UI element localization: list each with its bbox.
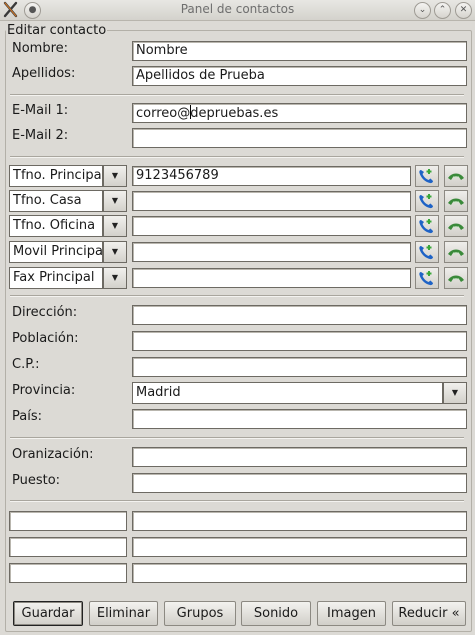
chevron-down-icon: ▼ [111, 273, 119, 282]
nombre-label: Nombre: [12, 41, 69, 56]
phone-hangup-icon [448, 249, 464, 256]
phone-type-dropdown-button[interactable]: ▼ [103, 267, 127, 289]
phone-call-icon [419, 194, 433, 209]
poblacion-input[interactable] [132, 331, 467, 351]
email1-value-part2: depruebas.es [190, 106, 279, 121]
phone-call-icon [419, 169, 433, 184]
phone-number-input[interactable] [132, 191, 411, 211]
chevron-down-icon: ▼ [111, 196, 119, 205]
separator [10, 94, 464, 96]
phone-number-input[interactable] [132, 242, 411, 262]
provincia-dropdown-button[interactable]: ▼ [443, 382, 467, 404]
window-title: Panel de contactos [180, 2, 295, 16]
sonido-button[interactable]: Sonido [241, 601, 311, 626]
custom-field-value-1[interactable] [132, 511, 467, 531]
phone-type-select[interactable]: Fax Principal [9, 267, 103, 289]
phone-hangup-icon [448, 198, 464, 205]
phone-number-input[interactable] [132, 216, 411, 236]
phone-type-dropdown-button[interactable]: ▼ [103, 215, 127, 237]
pais-label: País: [12, 409, 42, 424]
phone-type-dropdown-button[interactable]: ▼ [103, 241, 127, 263]
separator [10, 500, 464, 502]
email1-input[interactable]: correo@depruebas.es [132, 103, 467, 123]
separator [10, 437, 464, 439]
chevron-down-icon: ▼ [111, 247, 119, 256]
phone-type-dropdown-button[interactable]: ▼ [103, 190, 127, 212]
direccion-label: Dirección: [12, 305, 78, 320]
phone-call-icon [419, 219, 433, 234]
apellidos-label: Apellidos: [12, 66, 76, 81]
phone-hangup-icon [448, 223, 464, 230]
imagen-button[interactable]: Imagen [317, 601, 386, 626]
phone-number-input[interactable] [132, 268, 411, 288]
email1-value-part1: correo@ [136, 106, 191, 121]
custom-field-name-1[interactable] [9, 511, 127, 531]
chevron-down-icon: ▼ [111, 221, 119, 230]
hangup-button[interactable] [444, 165, 468, 187]
puesto-input[interactable] [132, 473, 467, 493]
phone-type-select[interactable]: Tfno. Casa [9, 190, 103, 212]
direccion-input[interactable] [132, 305, 467, 325]
call-button[interactable] [415, 241, 439, 263]
phone-hangup-icon [448, 275, 464, 282]
cp-input[interactable] [132, 357, 467, 377]
title-bar: ● Panel de contactos ⌄ ⌃ ✕ [0, 0, 475, 21]
hangup-button[interactable] [444, 215, 468, 237]
hangup-button[interactable] [444, 267, 468, 289]
puesto-label: Puesto: [12, 473, 61, 488]
grupos-button[interactable]: Grupos [164, 601, 236, 626]
frame-legend: Editar contacto [6, 23, 108, 38]
pais-input[interactable] [132, 409, 467, 429]
separator [10, 156, 464, 158]
email2-label: E-Mail 2: [12, 128, 69, 143]
organizacion-label: Oranización: [12, 447, 94, 462]
minimize-button[interactable]: ⌄ [414, 2, 431, 19]
call-button[interactable] [415, 215, 439, 237]
phone-type-select[interactable]: Movil Principal [9, 241, 103, 263]
separator [10, 295, 464, 297]
cp-label: C.P.: [12, 357, 40, 372]
phone-hangup-icon [448, 173, 464, 180]
call-button[interactable] [415, 190, 439, 212]
hangup-button[interactable] [444, 241, 468, 263]
phone-type-select[interactable]: Tfno. Oficina [9, 215, 103, 237]
eliminar-button[interactable]: Eliminar [89, 601, 158, 626]
phone-type-dropdown-button[interactable]: ▼ [103, 165, 127, 187]
provincia-select[interactable]: Madrid [132, 382, 443, 404]
custom-field-name-3[interactable] [9, 563, 127, 583]
call-button[interactable] [415, 165, 439, 187]
email1-label: E-Mail 1: [12, 103, 69, 118]
chevron-down-icon: ▼ [451, 388, 459, 397]
provincia-label: Provincia: [12, 383, 76, 398]
phone-type-select[interactable]: Tfno. Principal [9, 165, 103, 187]
phone-call-icon [419, 271, 433, 286]
maximize-button[interactable]: ⌃ [434, 2, 451, 19]
poblacion-label: Población: [12, 331, 79, 346]
nombre-input[interactable]: Nombre [132, 41, 467, 61]
organizacion-input[interactable] [132, 447, 467, 467]
custom-field-value-2[interactable] [132, 537, 467, 557]
hangup-button[interactable] [444, 190, 468, 212]
phone-number-input[interactable]: 9123456789 [132, 166, 411, 186]
reducir-button[interactable]: Reducir « [392, 601, 466, 626]
phone-call-icon [419, 245, 433, 260]
apellidos-input[interactable]: Apellidos de Prueba [132, 66, 467, 86]
chevron-down-icon: ▼ [111, 171, 119, 180]
close-button[interactable]: ✕ [455, 2, 472, 19]
guardar-button[interactable]: Guardar [13, 601, 83, 626]
custom-field-name-2[interactable] [9, 537, 127, 557]
custom-field-value-3[interactable] [132, 563, 467, 583]
email2-input[interactable] [132, 128, 467, 148]
call-button[interactable] [415, 267, 439, 289]
